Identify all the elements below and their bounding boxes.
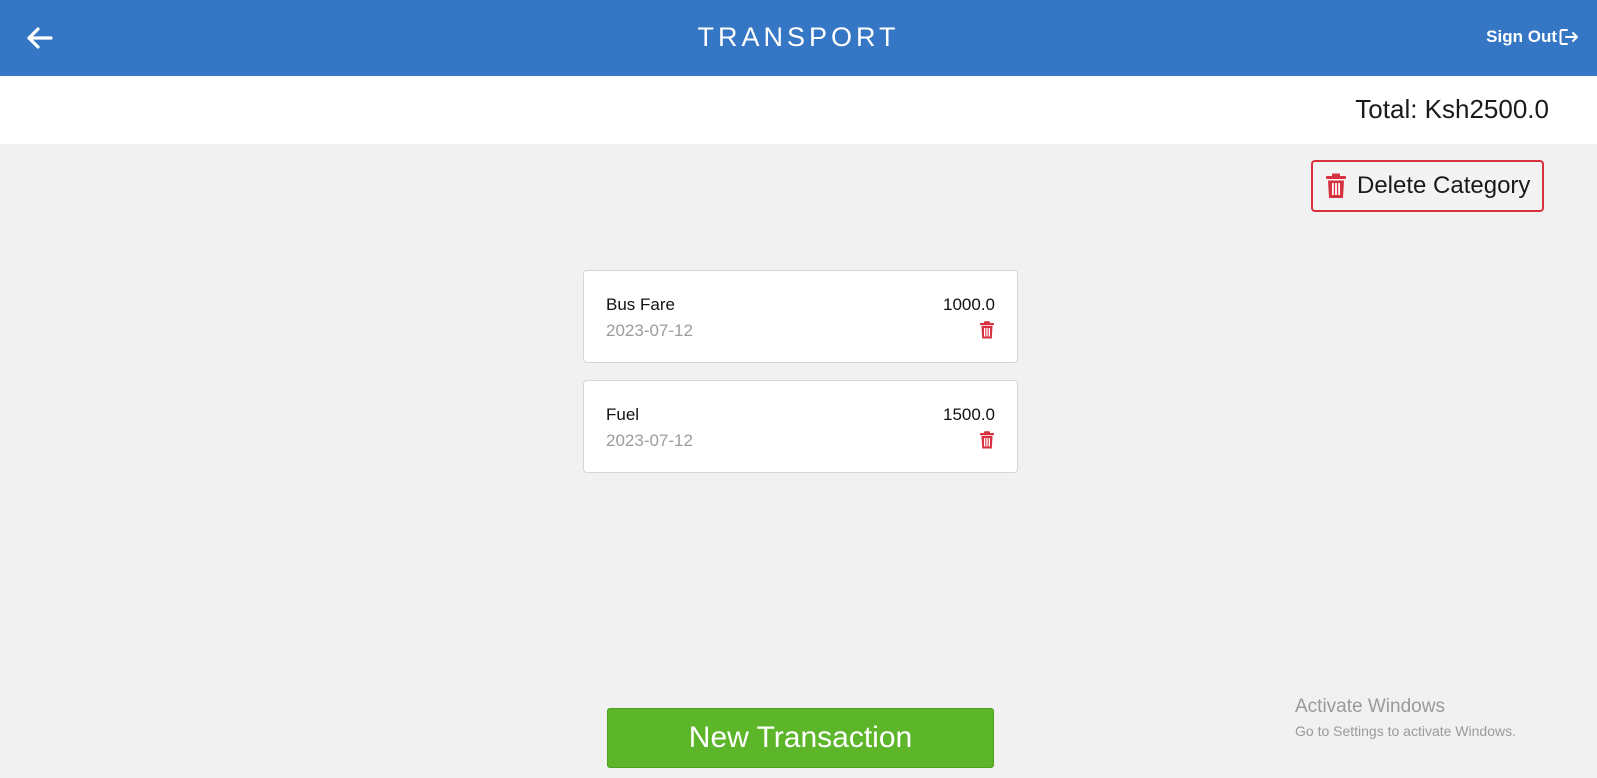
watermark-title: Activate Windows xyxy=(1295,696,1445,717)
watermark-subtitle: Go to Settings to activate Windows. xyxy=(1295,723,1516,739)
transport-page: TRANSPORT Sign Out Total: Ksh2500.0 Dele… xyxy=(0,0,1597,778)
page-title: TRANSPORT xyxy=(697,22,900,52)
transaction-card[interactable]: Bus Fare 1000.0 2023-07-12 xyxy=(583,270,1018,363)
transaction-name: Bus Fare xyxy=(606,295,675,314)
transaction-name: Fuel xyxy=(606,405,640,424)
transaction-date: 2023-07-12 xyxy=(606,321,693,340)
delete-transaction-icon[interactable] xyxy=(979,321,995,339)
windows-activation-watermark: Activate Windows Go to Settings to activ… xyxy=(1295,695,1516,741)
delete-category-label: Delete Category xyxy=(1357,172,1531,199)
total-amount: Total: Ksh2500.0 xyxy=(1355,94,1549,124)
transaction-amount: 1000.0 xyxy=(943,295,995,314)
sign-out-button[interactable]: Sign Out xyxy=(1486,26,1579,48)
new-transaction-button[interactable]: New Transaction xyxy=(607,708,994,768)
transaction-card[interactable]: Fuel 1500.0 2023-07-12 xyxy=(583,380,1018,473)
delete-category-button[interactable]: Delete Category xyxy=(1311,160,1544,212)
sign-out-icon xyxy=(1559,29,1578,45)
sign-out-label: Sign Out xyxy=(1486,27,1557,46)
delete-transaction-icon[interactable] xyxy=(979,431,995,449)
app-header: TRANSPORT Sign Out xyxy=(0,0,1597,76)
trash-icon xyxy=(1326,173,1346,198)
transaction-date: 2023-07-12 xyxy=(606,431,693,450)
total-bar: Total: Ksh2500.0 xyxy=(0,76,1597,144)
transaction-amount: 1500.0 xyxy=(943,405,995,424)
